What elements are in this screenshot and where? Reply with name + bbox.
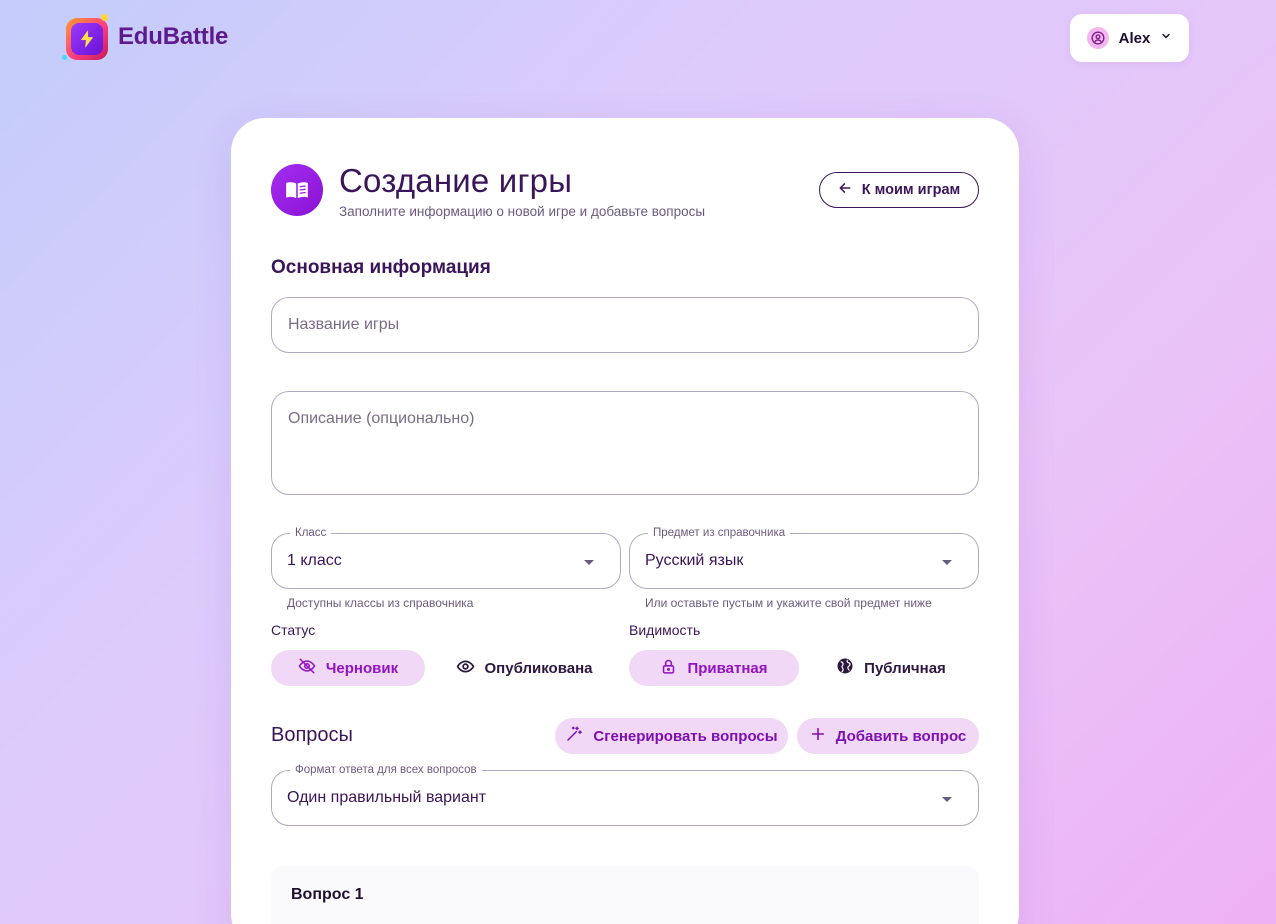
back-to-my-games-button[interactable]: К моим играм <box>819 172 979 208</box>
eye-icon <box>456 657 475 680</box>
user-menu-button[interactable]: Alex <box>1070 14 1189 62</box>
app-logo[interactable]: EduBattle <box>62 14 228 60</box>
plus-icon <box>810 726 826 746</box>
status-draft-label: Черновик <box>325 659 399 677</box>
visibility-private-label: Приватная <box>687 659 768 677</box>
globe-icon <box>836 657 854 679</box>
back-button-label: К моим играм <box>861 182 961 198</box>
description-textarea[interactable]: Описание (опционально) <box>271 391 979 495</box>
game-name-placeholder: Название игры <box>288 316 400 333</box>
generate-questions-label: Сгенерировать вопросы <box>593 727 778 745</box>
description-placeholder: Описание (опционально) <box>288 410 475 427</box>
status-label: Статус <box>271 622 316 638</box>
book-icon <box>271 164 323 216</box>
question-title: Вопрос 1 <box>291 886 364 903</box>
status-published-option[interactable]: Опубликована <box>441 650 607 686</box>
questions-heading: Вопросы <box>271 724 353 746</box>
visibility-public-label: Публичная <box>864 659 946 677</box>
subject-helper-text: Или оставьте пустым и укажите свой предм… <box>645 596 932 610</box>
dropdown-arrow-icon <box>942 797 952 802</box>
status-draft-option[interactable]: Черновик <box>271 650 425 686</box>
basic-info-heading: Основная информация <box>271 257 491 278</box>
generate-questions-button[interactable]: Сгенерировать вопросы <box>555 718 788 754</box>
visibility-private-option[interactable]: Приватная <box>629 650 799 686</box>
lightning-logo-icon <box>62 14 108 60</box>
subject-select-value: Русский язык <box>645 552 744 569</box>
arrow-left-icon <box>838 181 852 199</box>
answer-format-select[interactable]: Формат ответа для всех вопросов Один пра… <box>271 763 979 826</box>
app-name: EduBattle <box>118 23 229 50</box>
class-select[interactable]: Класс 1 класс <box>271 526 621 589</box>
status-published-label: Опубликована <box>484 659 593 677</box>
visibility-label: Видимость <box>629 622 701 638</box>
chevron-down-icon <box>1160 29 1172 47</box>
add-question-button[interactable]: Добавить вопрос <box>797 718 979 754</box>
add-question-label: Добавить вопрос <box>835 727 967 745</box>
magic-wand-icon <box>565 725 583 747</box>
answer-format-legend: Формат ответа для всех вопросов <box>290 763 482 777</box>
answer-format-value: Один правильный вариант <box>287 789 487 806</box>
subject-select[interactable]: Предмет из справочника Русский язык <box>629 526 979 589</box>
game-name-input[interactable]: Название игры <box>271 297 979 353</box>
class-select-legend: Класс <box>290 526 332 540</box>
eye-off-icon <box>298 657 316 679</box>
class-helper-text: Доступны классы из справочника <box>287 596 474 610</box>
dropdown-arrow-icon <box>584 560 594 565</box>
user-name: Alex <box>1118 29 1151 47</box>
question-card: Вопрос 1 <box>271 866 979 924</box>
dropdown-arrow-icon <box>942 560 952 565</box>
subject-select-legend: Предмет из справочника <box>648 526 791 540</box>
page-subtitle: Заполните информацию о новой игре и доба… <box>339 204 706 219</box>
page-title: Создание игры <box>339 162 573 199</box>
create-game-card: Создание игры Заполните информацию о нов… <box>231 118 1019 924</box>
lock-icon <box>660 658 677 679</box>
class-select-value: 1 класс <box>287 552 342 569</box>
user-avatar-icon <box>1086 27 1109 49</box>
visibility-public-option[interactable]: Публичная <box>821 650 961 686</box>
